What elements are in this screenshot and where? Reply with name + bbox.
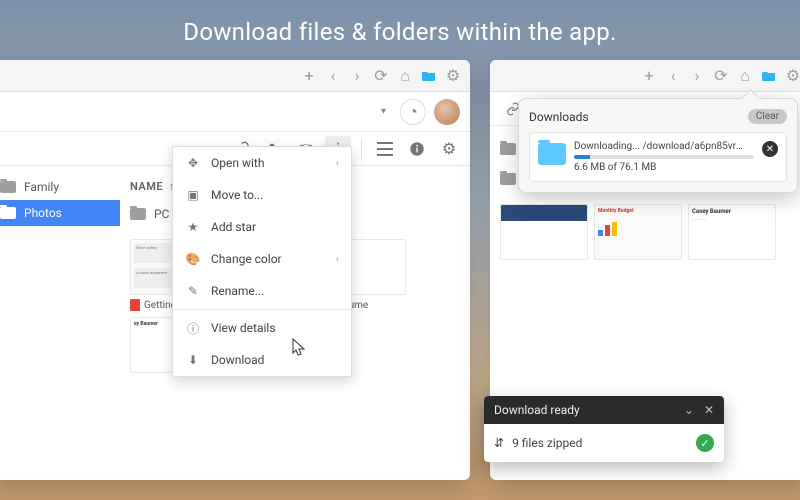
cancel-download-icon[interactable]: ✕ [762,141,778,157]
ctx-label: Rename... [211,284,264,298]
info-icon[interactable] [404,136,430,162]
forward-icon[interactable]: › [346,65,368,87]
ctx-open-with[interactable]: ✥ Open with › [173,147,351,179]
subbar-left: ▾ ◔ [0,92,470,132]
settings-icon[interactable]: ⚙ [782,65,800,87]
ctx-view-details[interactable]: ⓘ View details [173,312,351,344]
star-icon: ★ [185,219,201,235]
toast-title: Download ready [494,403,580,417]
avatar[interactable] [434,99,460,125]
grid-cell-label: Access anywhere [134,268,173,288]
palette-icon: 🎨 [185,251,201,267]
tab-add-icon[interactable]: + [638,65,660,87]
ctx-add-star[interactable]: ★ Add star [173,211,351,243]
notifications-icon[interactable]: ◔ [400,99,426,125]
ctx-label: Change color [211,252,282,266]
page-banner: Download files & folders within the app. [0,0,800,60]
list-view-icon[interactable] [372,136,398,162]
folder-toolbar-icon[interactable] [418,65,440,87]
refresh-icon[interactable]: ⟳ [710,65,732,87]
folder-icon [130,208,146,220]
context-menu: ✥ Open with › ▣ Move to... ★ Add star 🎨 Chang… [172,146,352,377]
forward-icon[interactable]: › [686,65,708,87]
ctx-change-color[interactable]: 🎨 Change color › [173,243,351,275]
tab-add-icon[interactable]: + [298,65,320,87]
success-check-icon: ✓ [696,434,714,452]
home-icon[interactable]: ⌂ [734,65,756,87]
back-icon[interactable]: ‹ [322,65,344,87]
sidebar-item-label: Photos [24,206,62,220]
folder-icon [0,207,16,219]
ctx-rename[interactable]: ✎ Rename... [173,275,351,307]
open-with-icon: ✥ [185,155,201,171]
download-progress-text: 6.6 MB of 76.1 MB [574,162,754,173]
download-row: Downloading... /download/a6pn85vr19... 6… [529,132,787,182]
download-toast: Download ready ⌄ ✕ ⇵ 9 files zipped ✓ [484,396,724,462]
download-icon: ⬇ [185,352,201,368]
sidebar: Family Photos [0,166,120,480]
ctx-label: Add star [211,220,256,234]
sidebar-item-family[interactable]: Family [0,174,120,200]
refresh-icon[interactable]: ⟳ [370,65,392,87]
folder-toolbar-icon[interactable] [758,65,780,87]
progress-bar [574,155,754,159]
ctx-label: View details [211,321,276,335]
grid-cell-label: Store safely [134,243,173,263]
settings-icon[interactable]: ⚙ [442,65,464,87]
thumb-right[interactable] [500,204,588,264]
toolbar-left: + ‹ › ⟳ ⌂ ⚙ [0,60,470,92]
toast-body-text: 9 files zipped [512,436,582,450]
thumb-resume-right[interactable]: Casey Baumer——— ——— [688,204,776,264]
rename-icon: ✎ [185,283,201,299]
home-icon[interactable]: ⌂ [394,65,416,87]
clear-button[interactable]: Clear [748,109,787,124]
info-icon: ⓘ [185,320,201,336]
gear-icon[interactable]: ⚙ [436,136,462,162]
chevron-right-icon: › [336,254,339,265]
download-path: Downloading... /download/a6pn85vr19... [574,141,744,152]
collapse-toast-icon[interactable]: ⌄ [684,403,694,417]
back-icon[interactable]: ‹ [662,65,684,87]
ctx-label: Move to... [211,188,263,202]
column-header-label: NAME [130,180,163,193]
popover-title: Downloads [529,110,589,124]
sidebar-item-photos[interactable]: Photos [0,200,120,226]
folder-icon [500,173,516,185]
ctx-download[interactable]: ⬇ Download [173,344,351,376]
close-toast-icon[interactable]: ✕ [704,403,714,417]
cursor-icon [292,338,308,362]
toolbar-right: + ‹ › ⟳ ⌂ ⚙ [490,60,800,92]
sidebar-item-label: Family [24,180,59,194]
downloads-popover: Downloads Clear Downloading... /download… [518,98,798,193]
move-icon: ▣ [185,187,201,203]
separator [173,309,351,310]
ctx-move-to[interactable]: ▣ Move to... [173,179,351,211]
ctx-label: Download [211,353,264,367]
folder-icon [500,143,516,155]
zip-icon: ⇵ [494,436,504,450]
folder-download-icon [538,143,566,165]
pdf-icon [130,299,140,311]
budget-title: Monthly Budget [598,208,678,214]
thumb-budget-right[interactable]: Monthly Budget [594,204,682,264]
dropdown-caret-icon[interactable]: ▾ [375,106,392,117]
resume-name: Casey Baumer [692,208,772,215]
folder-icon [0,181,16,193]
ctx-label: Open with [211,156,264,170]
chevron-right-icon: › [336,158,339,169]
